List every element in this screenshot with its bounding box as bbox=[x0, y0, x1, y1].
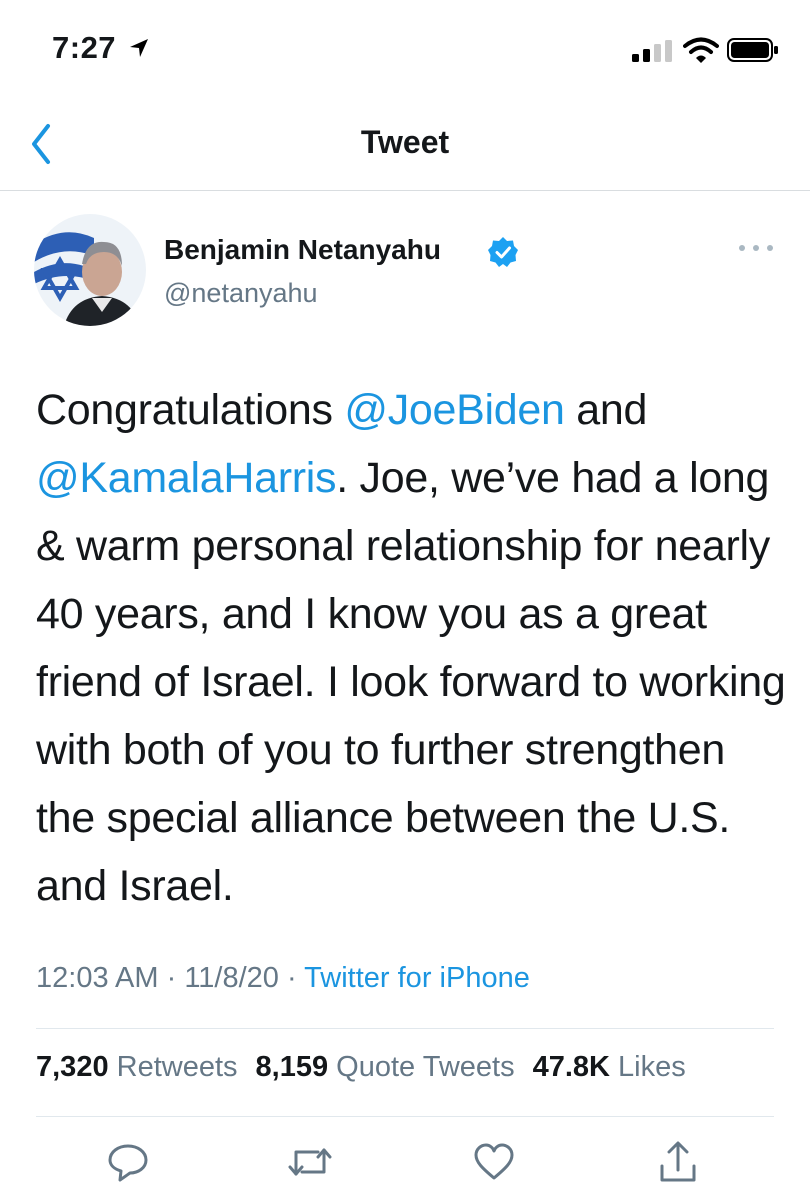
tweet-date: 11/8/20 bbox=[184, 962, 279, 994]
mention-link-kamalaharris[interactable]: @KamalaHarris bbox=[36, 454, 337, 502]
status-time: 7:27 bbox=[52, 30, 117, 65]
tweet-text-part: Congratulations bbox=[36, 386, 345, 434]
mention-link-joebiden[interactable]: @JoeBiden bbox=[344, 386, 565, 434]
nav-bar: Tweet bbox=[0, 100, 810, 191]
author-name[interactable]: Benjamin Netanyahu bbox=[164, 234, 441, 266]
retweets-stat[interactable]: 7,320 Retweets bbox=[36, 1051, 238, 1083]
retweets-label: Retweets bbox=[116, 1051, 238, 1083]
likes-count: 47.8K bbox=[532, 1051, 610, 1083]
quote-tweets-count: 8,159 bbox=[255, 1051, 329, 1083]
status-bar: 7:27 bbox=[0, 0, 810, 100]
verified-badge-icon bbox=[488, 237, 518, 267]
likes-stat[interactable]: 47.8K Likes bbox=[533, 1051, 686, 1083]
battery-icon bbox=[727, 38, 778, 62]
tweet-time: 12:03 AM bbox=[36, 962, 159, 994]
share-icon[interactable] bbox=[656, 1140, 700, 1184]
more-options-icon[interactable] bbox=[736, 238, 776, 258]
avatar[interactable] bbox=[34, 214, 146, 326]
quote-tweets-stat[interactable]: 8,159 Quote Tweets bbox=[256, 1051, 515, 1083]
divider bbox=[36, 1028, 774, 1029]
tweet-meta: 12:03 AM · 11/8/20 · Twitter for iPhone bbox=[36, 962, 530, 994]
tweet-source-link[interactable]: Twitter for iPhone bbox=[304, 962, 530, 994]
author-handle[interactable]: @netanyahu bbox=[164, 278, 318, 309]
retweet-icon[interactable] bbox=[288, 1140, 332, 1184]
signal-icon bbox=[632, 40, 672, 62]
likes-label: Likes bbox=[618, 1051, 686, 1083]
reply-icon[interactable] bbox=[106, 1140, 150, 1184]
page-title: Tweet bbox=[360, 124, 450, 160]
tweet-text-part: and bbox=[564, 386, 648, 434]
like-icon[interactable] bbox=[472, 1140, 516, 1184]
retweets-count: 7,320 bbox=[36, 1051, 109, 1083]
divider bbox=[36, 1116, 774, 1117]
location-arrow-icon bbox=[130, 39, 148, 57]
tweet-text: Congratulations @JoeBiden and @KamalaHar… bbox=[36, 376, 786, 920]
tweet-stats: 7,320 Retweets 8,159 Quote Tweets 47.8K Li… bbox=[36, 1051, 686, 1084]
quote-tweets-label: Quote Tweets bbox=[336, 1051, 515, 1083]
tweet-text-part: . Joe, we’ve had a long & warm personal … bbox=[36, 454, 786, 910]
wifi-icon bbox=[683, 37, 719, 63]
